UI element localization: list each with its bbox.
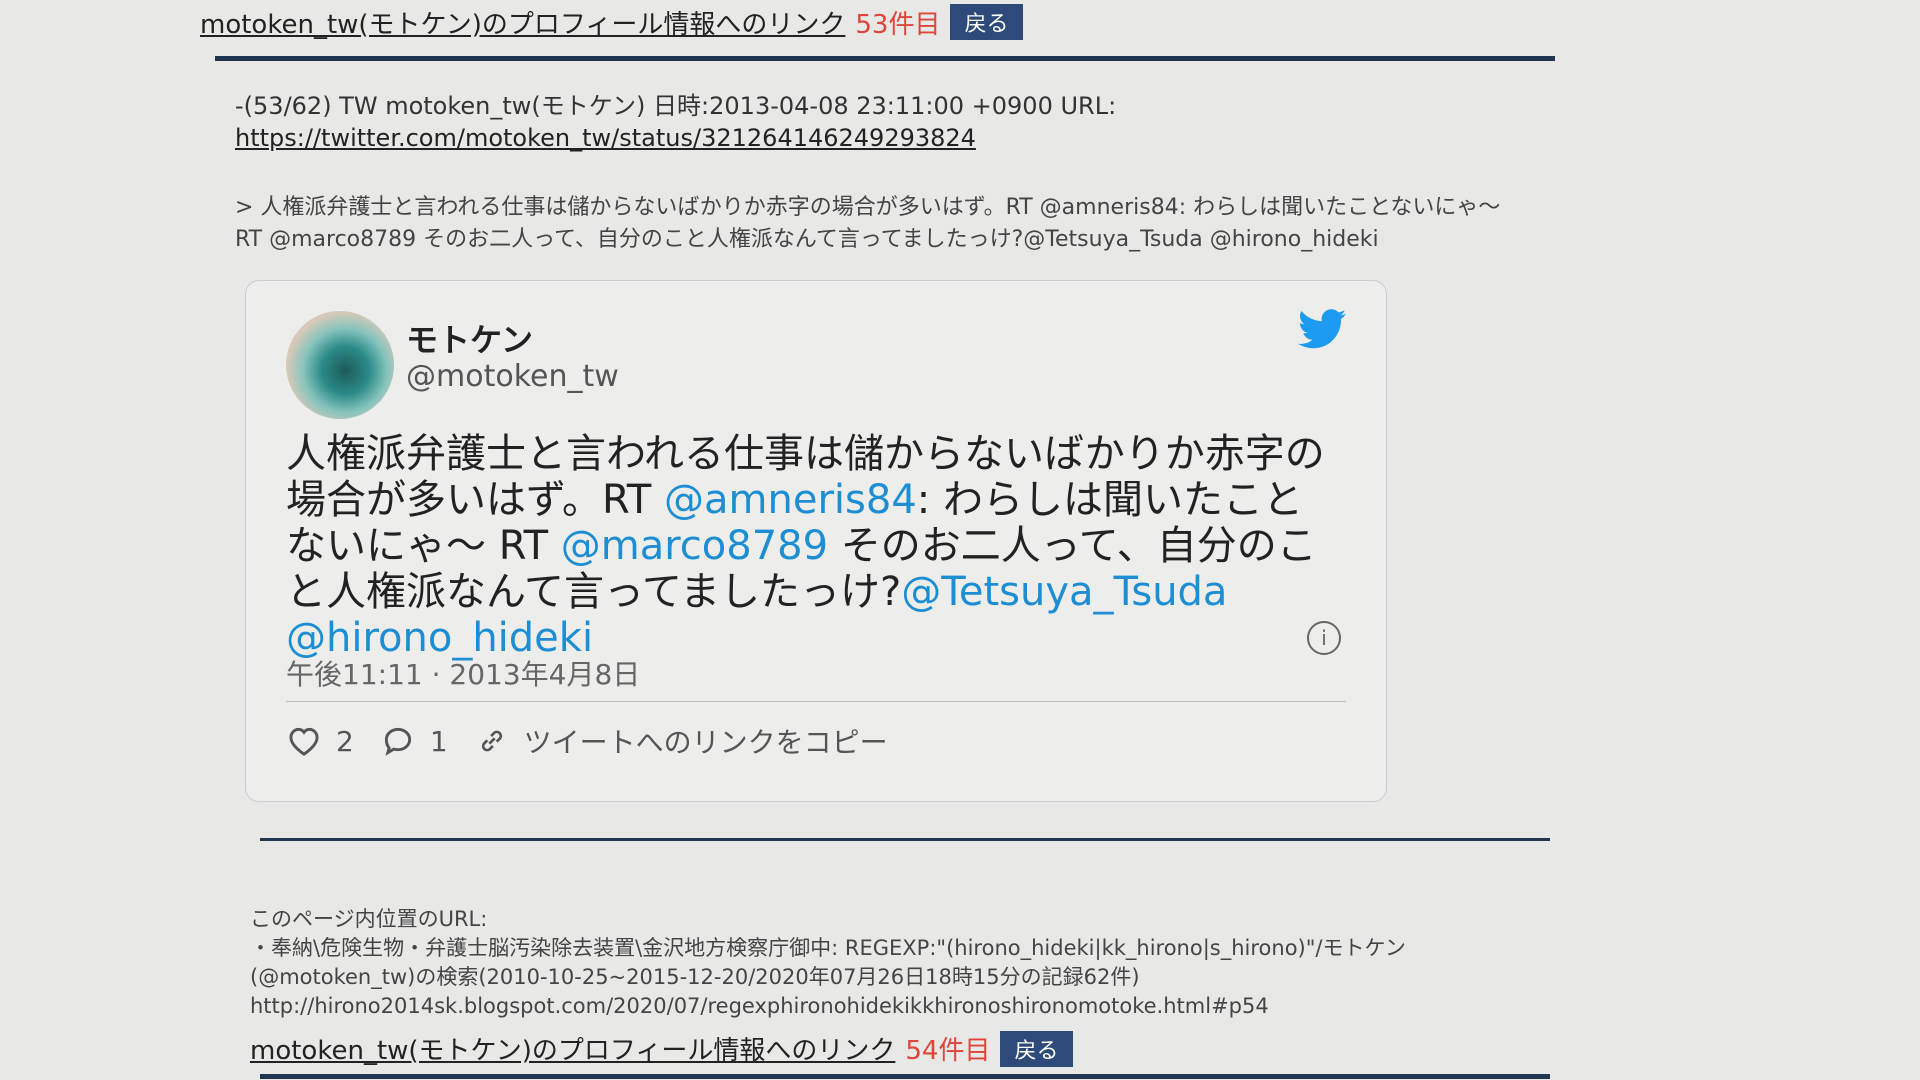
entry-meta: -(53/62) TW motoken_tw(モトケン) 日時:2013-04-… bbox=[235, 90, 1116, 154]
entry-meta-text: -(53/62) TW motoken_tw(モトケン) 日時:2013-04-… bbox=[235, 92, 1117, 120]
quote-line: RT @marco8789 そのお二人って、自分のこと人権派なんて言ってましたっ… bbox=[235, 227, 1379, 252]
entry-count: 54件目 bbox=[905, 1036, 991, 1066]
info-icon[interactable]: i bbox=[1307, 621, 1341, 655]
card-divider bbox=[286, 701, 1346, 702]
back-button[interactable]: 戻る bbox=[950, 4, 1023, 40]
back-button[interactable]: 戻る bbox=[1000, 1030, 1073, 1067]
speech-bubble-icon bbox=[384, 727, 411, 756]
next-entry-header: motoken_tw(モトケン)のプロフィール情報へのリンク 54件目 戻る bbox=[250, 1030, 1073, 1067]
page: motoken_tw(モトケン)のプロフィール情報へのリンク 53件目 戻る -… bbox=[200, 0, 1600, 1080]
quote-line: > 人権派弁護士と言われる仕事は儲からないばかりか赤字の場合が多いはず。RT @… bbox=[235, 195, 1501, 220]
author-name[interactable]: モトケン bbox=[406, 315, 533, 361]
tweet-timestamp[interactable]: 午後11:11 · 2013年4月8日 bbox=[286, 653, 640, 693]
divider bbox=[260, 1074, 1550, 1079]
entry-header: motoken_tw(モトケン)のプロフィール情報へのリンク 53件目 戻る bbox=[200, 0, 1023, 44]
avatar[interactable] bbox=[286, 311, 394, 419]
reply-button[interactable]: 1 bbox=[380, 725, 448, 758]
heart-icon bbox=[289, 727, 319, 756]
tweet-actions: 2 1 ツイートへのリンクをコピー bbox=[286, 721, 888, 761]
reply-count: 1 bbox=[429, 724, 448, 758]
tweet-url-link[interactable]: https://twitter.com/motoken_tw/status/32… bbox=[235, 124, 976, 152]
footer-line: ・奉納\危険生物・弁護士脳汚染除去装置\金沢地方検察庁御中: REGEXP:"(… bbox=[250, 936, 1406, 960]
like-button[interactable]: 2 bbox=[286, 725, 354, 758]
footer-info: このページ内位置のURL: ・奉納\危険生物・弁護士脳汚染除去装置\金沢地方検察… bbox=[250, 905, 1406, 1021]
quoted-text: > 人権派弁護士と言われる仕事は儲からないばかりか赤字の場合が多いはず。RT @… bbox=[235, 192, 1585, 256]
link-icon bbox=[481, 730, 502, 752]
footer-line: (@motoken_tw)の検索(2010-10-25~2015-12-20/2… bbox=[250, 965, 1140, 989]
profile-link[interactable]: motoken_tw(モトケン)のプロフィール情報へのリンク bbox=[200, 4, 845, 41]
tweet-text: 人権派弁護士と言われる仕事は儲からないばかりか赤字の場合が多いはず。RT @am… bbox=[286, 431, 1336, 661]
divider bbox=[215, 56, 1555, 61]
copy-link-button[interactable]: ツイートへのリンクをコピー bbox=[474, 721, 888, 761]
profile-link[interactable]: motoken_tw(モトケン)のプロフィール情報へのリンク bbox=[250, 1030, 895, 1067]
copy-link-label: ツイートへのリンクをコピー bbox=[523, 726, 888, 759]
like-count: 2 bbox=[336, 724, 354, 758]
mention-link[interactable]: @marco8789 bbox=[561, 523, 828, 569]
entry-count: 53件目 bbox=[855, 9, 941, 40]
tweet-card: モトケン @motoken_tw 人権派弁護士と言われる仕事は儲からないばかりか… bbox=[245, 280, 1387, 802]
author-handle[interactable]: @motoken_tw bbox=[406, 359, 619, 394]
footer-line: このページ内位置のURL: bbox=[250, 907, 488, 931]
divider bbox=[260, 838, 1550, 841]
footer-line: http://hirono2014sk.blogspot.com/2020/07… bbox=[250, 994, 1269, 1018]
mention-link[interactable]: @Tetsuya_Tsuda bbox=[901, 569, 1227, 615]
mention-link[interactable]: @amneris84 bbox=[664, 477, 917, 523]
twitter-bird-icon[interactable] bbox=[1298, 309, 1346, 349]
